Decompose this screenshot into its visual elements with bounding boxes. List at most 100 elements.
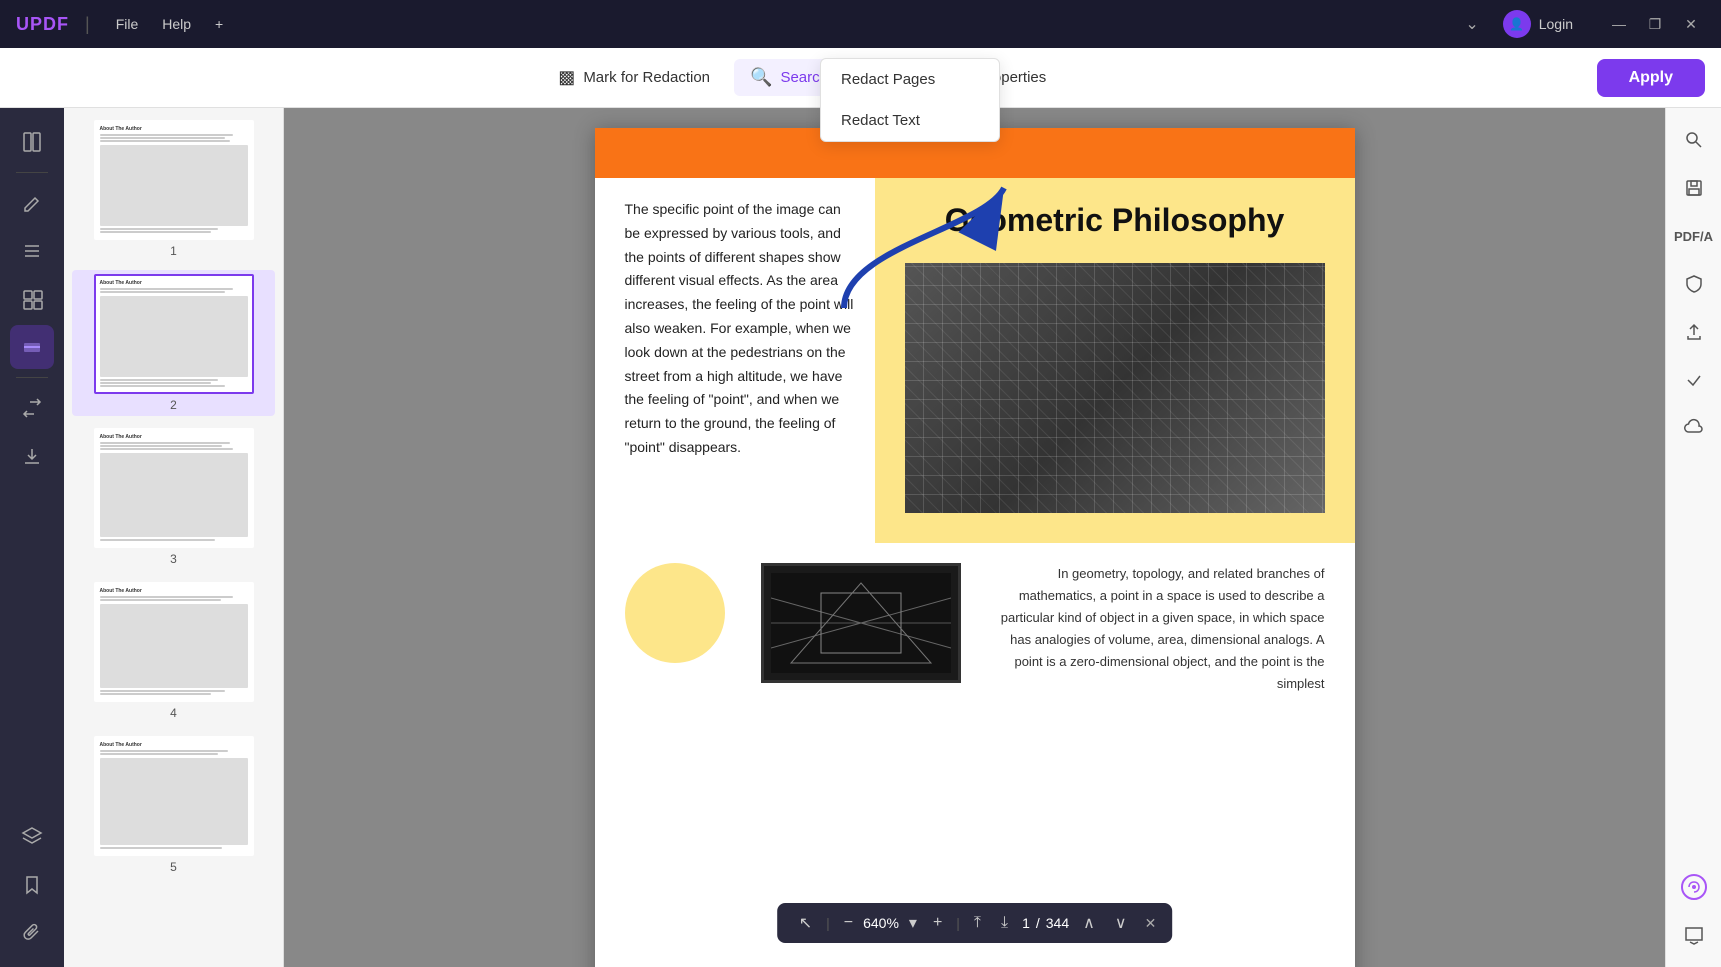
bottom-toolbar: ↖ | − 640% ▾ + | ⤒ ⤓ 1 / 344 ∧ ∨ ✕ [777, 903, 1173, 943]
thumb-line [100, 445, 223, 447]
thumb-line [100, 231, 211, 233]
fit-to-bottom-button[interactable]: ⤓ [995, 910, 1014, 936]
thumbnail-4[interactable]: About The Author 4 [72, 578, 275, 724]
zoom-controls: − 640% ▾ + [838, 909, 949, 937]
app-logo: UPDF [16, 14, 69, 35]
zoom-out-button[interactable]: − [838, 910, 859, 936]
right-sidebar: PDF/A [1665, 108, 1721, 967]
right-protect-button[interactable] [1674, 264, 1714, 304]
thumb-line [100, 753, 218, 755]
prev-page-button[interactable]: ∧ [1077, 909, 1101, 937]
sidebar-item-layers[interactable] [10, 815, 54, 859]
thumb-label-3: 3 [170, 552, 177, 566]
redact-pages-option[interactable]: Redact Pages [821, 59, 999, 100]
cursor-tool-button[interactable]: ↖ [793, 909, 818, 937]
minimize-button[interactable]: — [1605, 10, 1633, 38]
titlebar-chevron-icon[interactable]: ⌄ [1457, 10, 1486, 38]
thumb-line [100, 385, 226, 387]
bottom-left [625, 563, 961, 696]
thumb-image [100, 296, 248, 377]
fit-to-top-button[interactable]: ⤒ [968, 910, 987, 936]
yellow-circle-decoration [625, 563, 725, 663]
thumb-title-5: About The Author [100, 742, 248, 748]
thumbnail-5[interactable]: About The Author 5 [72, 732, 275, 878]
thumb-label-5: 5 [170, 860, 177, 874]
right-save-button[interactable] [1674, 168, 1714, 208]
pdf-page: The specific point of the image can be e… [595, 128, 1355, 967]
zoom-chevron-button[interactable]: ▾ [903, 909, 923, 937]
search-redact-dropdown: Redact Pages Redact Text [820, 58, 1000, 142]
yellow-bottom-bar [875, 513, 1355, 543]
thumb-line [100, 288, 233, 290]
current-page-display: 1 [1022, 915, 1030, 931]
thumbnail-panel: About The Author 1 About The Author 2 [64, 108, 284, 967]
close-button[interactable]: ✕ [1677, 10, 1705, 38]
sidebar-item-convert[interactable] [10, 386, 54, 430]
thumb-frame-3: About The Author [94, 428, 254, 548]
thumb-line [100, 599, 221, 601]
thumb-line [100, 693, 211, 695]
thumb-image [100, 604, 248, 688]
apply-button[interactable]: Apply [1597, 59, 1705, 97]
bottom-image-box [761, 563, 961, 683]
thumb-title-3: About The Author [100, 434, 248, 440]
thumb-line [100, 140, 230, 142]
page-bottom-section: In geometry, topology, and related branc… [595, 543, 1355, 716]
ai-assistant-button[interactable] [1674, 867, 1714, 907]
sidebar-item-redact[interactable] [10, 325, 54, 369]
thumb-label-2: 2 [170, 398, 177, 412]
toolbar-separator-2: | [956, 915, 960, 931]
bottom-geometry-svg [771, 573, 951, 673]
sidebar-item-annotate[interactable] [10, 181, 54, 225]
right-check-button[interactable] [1674, 360, 1714, 400]
comments-button[interactable] [1674, 915, 1714, 955]
right-cloud-button[interactable] [1674, 408, 1714, 448]
sidebar-item-list[interactable] [10, 229, 54, 273]
sidebar-item-read[interactable] [10, 120, 54, 164]
geometric-image [905, 263, 1325, 513]
close-toolbar-button[interactable]: ✕ [1145, 915, 1157, 932]
page-main-content: The specific point of the image can be e… [595, 178, 1355, 543]
menu-help[interactable]: Help [152, 12, 201, 36]
maximize-button[interactable]: ❐ [1641, 10, 1669, 38]
sidebar-item-pages[interactable] [10, 277, 54, 321]
thumb-line [100, 442, 230, 444]
sidebar-item-bookmark[interactable] [10, 863, 54, 907]
yellow-bg [875, 263, 1355, 513]
redact-text-option[interactable]: Redact Text [821, 100, 999, 141]
menu-file[interactable]: File [106, 12, 149, 36]
page-body-text: The specific point of the image can be e… [625, 198, 855, 460]
thumbnail-2[interactable]: About The Author 2 [72, 270, 275, 416]
next-page-button[interactable]: ∨ [1109, 909, 1133, 937]
page-navigation: 1 / 344 [1022, 915, 1069, 931]
thumb-line [100, 134, 233, 136]
login-button[interactable]: 👤 Login [1503, 10, 1573, 38]
right-pdfa-button[interactable]: PDF/A [1674, 216, 1714, 256]
thumb-label-4: 4 [170, 706, 177, 720]
page-separator: / [1036, 915, 1040, 931]
right-search-button[interactable] [1674, 120, 1714, 160]
mark-redaction-icon: ▩ [558, 67, 575, 88]
thumb-image [100, 145, 248, 226]
titlebar-menu: File Help + [106, 12, 234, 36]
thumbnail-1[interactable]: About The Author 1 [72, 116, 275, 262]
thumb-title-4: About The Author [100, 588, 248, 594]
page-title: Geometric Philosophy [875, 178, 1355, 263]
thumb-line [100, 596, 233, 598]
thumbnail-3[interactable]: About The Author 3 [72, 424, 275, 570]
right-share-button[interactable] [1674, 312, 1714, 352]
user-avatar: 👤 [1503, 10, 1531, 38]
sidebar-item-extract[interactable] [10, 434, 54, 478]
total-pages-display: 344 [1046, 915, 1069, 931]
zoom-in-button[interactable]: + [927, 910, 948, 936]
sidebar-item-paperclip[interactable] [10, 911, 54, 955]
thumb-line [100, 750, 229, 752]
menu-add[interactable]: + [205, 12, 233, 36]
thumb-frame-5: About The Author [94, 736, 254, 856]
thumb-line [100, 382, 211, 384]
titlebar: UPDF | File Help + ⌄ 👤 Login — ❐ ✕ [0, 0, 1721, 48]
thumb-line [100, 539, 215, 541]
pdf-viewer: The specific point of the image can be e… [284, 108, 1665, 967]
mark-for-redaction-button[interactable]: ▩ Mark for Redaction [542, 59, 726, 96]
sidebar-separator-2 [16, 377, 48, 378]
